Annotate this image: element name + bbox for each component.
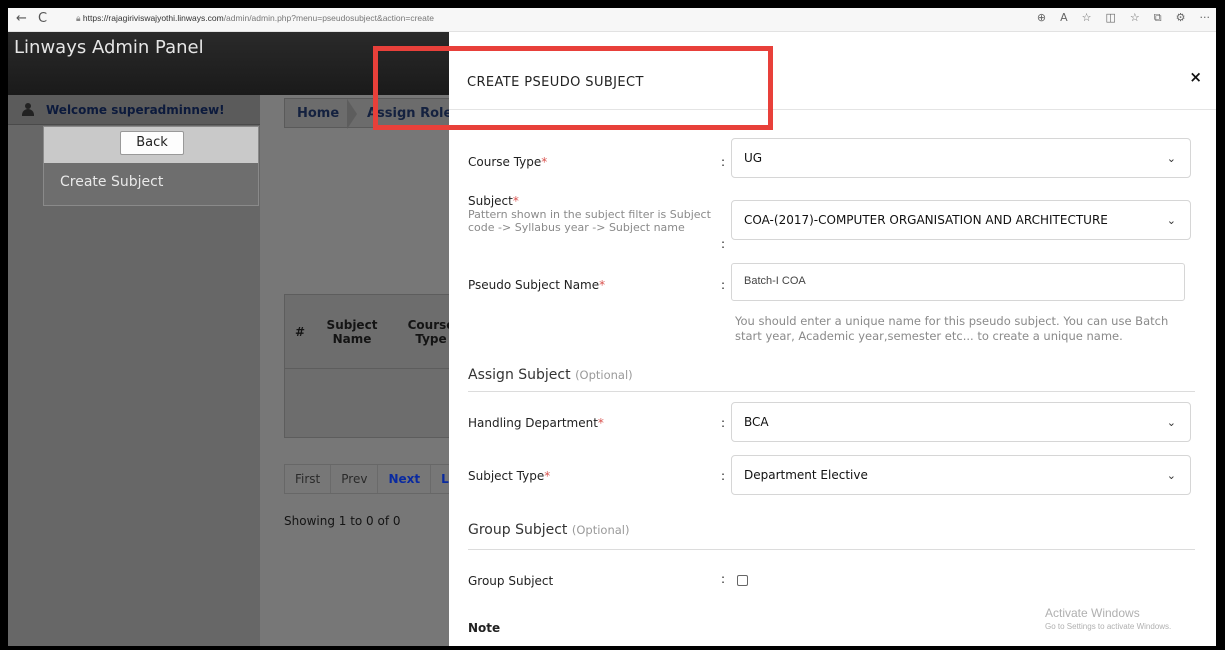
table-header: # Subject Name Course Type	[285, 295, 454, 369]
pseudo-name-label: Pseudo Subject Name*	[468, 278, 606, 292]
pseudo-name-input[interactable]: Batch-I COA	[731, 263, 1185, 301]
favorites-icon[interactable]: ☆	[1130, 11, 1140, 25]
sidebar-item-create-subject[interactable]: Create Subject	[60, 174, 163, 190]
colon: :	[721, 469, 726, 483]
more-icon[interactable]: ···	[1200, 11, 1211, 25]
split-screen-icon[interactable]: ◫	[1105, 11, 1115, 25]
activate-windows-watermark: Activate Windows Go to Settings to activ…	[1045, 606, 1171, 631]
subjects-table: # Subject Name Course Type	[284, 294, 454, 438]
note-label: Note	[468, 621, 501, 635]
create-pseudo-subject-modal: CREATE PSEUDO SUBJECT × Course Type* : U…	[449, 32, 1216, 646]
user-icon	[22, 103, 34, 116]
extensions-icon[interactable]: ⚙	[1176, 11, 1186, 25]
back-arrow-icon[interactable]: ←	[16, 11, 27, 26]
section-divider	[468, 391, 1195, 392]
breadcrumb-assign-roles[interactable]: Assign Roles	[367, 106, 460, 121]
showing-count: Showing 1 to 0 of 0	[284, 514, 401, 528]
browser-actions: ⊕ A ☆ ◫ ☆ ⧉ ⚙ ···	[1037, 11, 1210, 25]
colon: :	[721, 237, 726, 251]
url-path: /admin/admin.php?menu=pseudosubject&acti…	[223, 13, 434, 23]
watermark-subtitle: Go to Settings to activate Windows.	[1045, 622, 1172, 631]
handling-department-label: Handling Department*	[468, 416, 604, 430]
welcome-bar: Welcome superadminnew!	[8, 95, 260, 125]
course-type-select[interactable]: UG ⌄	[731, 138, 1191, 178]
col-header-number: #	[295, 325, 306, 339]
group-subject-checkbox[interactable]	[737, 575, 748, 586]
pagination: First Prev Next L	[284, 464, 460, 494]
modal-header: CREATE PSEUDO SUBJECT ×	[449, 32, 1216, 110]
url-host: https://rajagiriviswajyothi.linways.com	[82, 13, 224, 23]
breadcrumb-home[interactable]: Home	[297, 106, 339, 121]
modal-title: CREATE PSEUDO SUBJECT	[467, 75, 644, 90]
subject-value: COA-(2017)-COMPUTER ORGANISATION AND ARC…	[744, 213, 1108, 227]
chevron-down-icon: ⌄	[1166, 469, 1176, 482]
lock-icon: 🔒︎	[76, 13, 81, 23]
back-wrapper: Back	[44, 127, 258, 163]
subject-label: Subject*	[468, 194, 519, 208]
breadcrumb-separator	[347, 99, 357, 129]
sidebar-menu: Back Create Subject	[43, 126, 259, 206]
assign-subject-heading: Assign Subject (Optional)	[468, 367, 633, 383]
colon: :	[721, 416, 726, 430]
section-divider	[468, 549, 1195, 550]
read-aloud-icon[interactable]: A	[1060, 11, 1068, 25]
col-header-subject-name: Subject Name	[326, 318, 378, 346]
breadcrumb: Home Assign Roles	[284, 98, 460, 129]
browser-toolbar: ← C 🔒︎ https://rajagiriviswajyothi.linwa…	[8, 8, 1216, 32]
subject-type-label: Subject Type*	[468, 469, 551, 483]
screen-frame: ← C 🔒︎ https://rajagiriviswajyothi.linwa…	[8, 8, 1216, 646]
group-subject-heading: Group Subject (Optional)	[468, 522, 630, 538]
collections-icon[interactable]: ⧉	[1154, 11, 1162, 25]
course-type-value: UG	[744, 151, 763, 165]
subject-type-value: Department Elective	[744, 468, 868, 482]
app-title: Linways Admin Panel	[14, 37, 204, 58]
refresh-icon[interactable]: C	[38, 11, 47, 26]
watermark-title: Activate Windows	[1045, 606, 1140, 620]
chevron-down-icon: ⌄	[1166, 214, 1176, 227]
page-first[interactable]: First	[285, 465, 332, 493]
address-bar[interactable]: 🔒︎ https://rajagiriviswajyothi.linways.c…	[76, 13, 434, 24]
favorite-icon[interactable]: ☆	[1082, 11, 1092, 25]
zoom-icon[interactable]: ⊕	[1037, 11, 1046, 25]
chevron-down-icon: ⌄	[1166, 416, 1176, 429]
subject-hint: Pattern shown in the subject filter is S…	[468, 208, 711, 234]
group-subject-label: Group Subject	[468, 574, 554, 588]
chevron-down-icon: ⌄	[1166, 152, 1176, 165]
page-prev[interactable]: Prev	[331, 465, 379, 493]
colon: :	[721, 572, 726, 586]
page-next[interactable]: Next	[378, 465, 432, 493]
colon: :	[721, 278, 726, 292]
colon: :	[721, 155, 726, 169]
close-icon[interactable]: ×	[1189, 68, 1202, 86]
subject-select[interactable]: COA-(2017)-COMPUTER ORGANISATION AND ARC…	[731, 200, 1191, 240]
course-type-label: Course Type*	[468, 155, 548, 169]
handling-department-select[interactable]: BCA ⌄	[731, 402, 1191, 442]
subject-type-select[interactable]: Department Elective ⌄	[731, 455, 1191, 495]
welcome-text: Welcome superadminnew!	[46, 103, 225, 117]
pseudo-name-value: Batch-I COA	[744, 275, 806, 287]
handling-department-value: BCA	[744, 415, 769, 429]
back-button[interactable]: Back	[120, 131, 184, 155]
pseudo-name-help: You should enter a unique name for this …	[735, 314, 1169, 343]
